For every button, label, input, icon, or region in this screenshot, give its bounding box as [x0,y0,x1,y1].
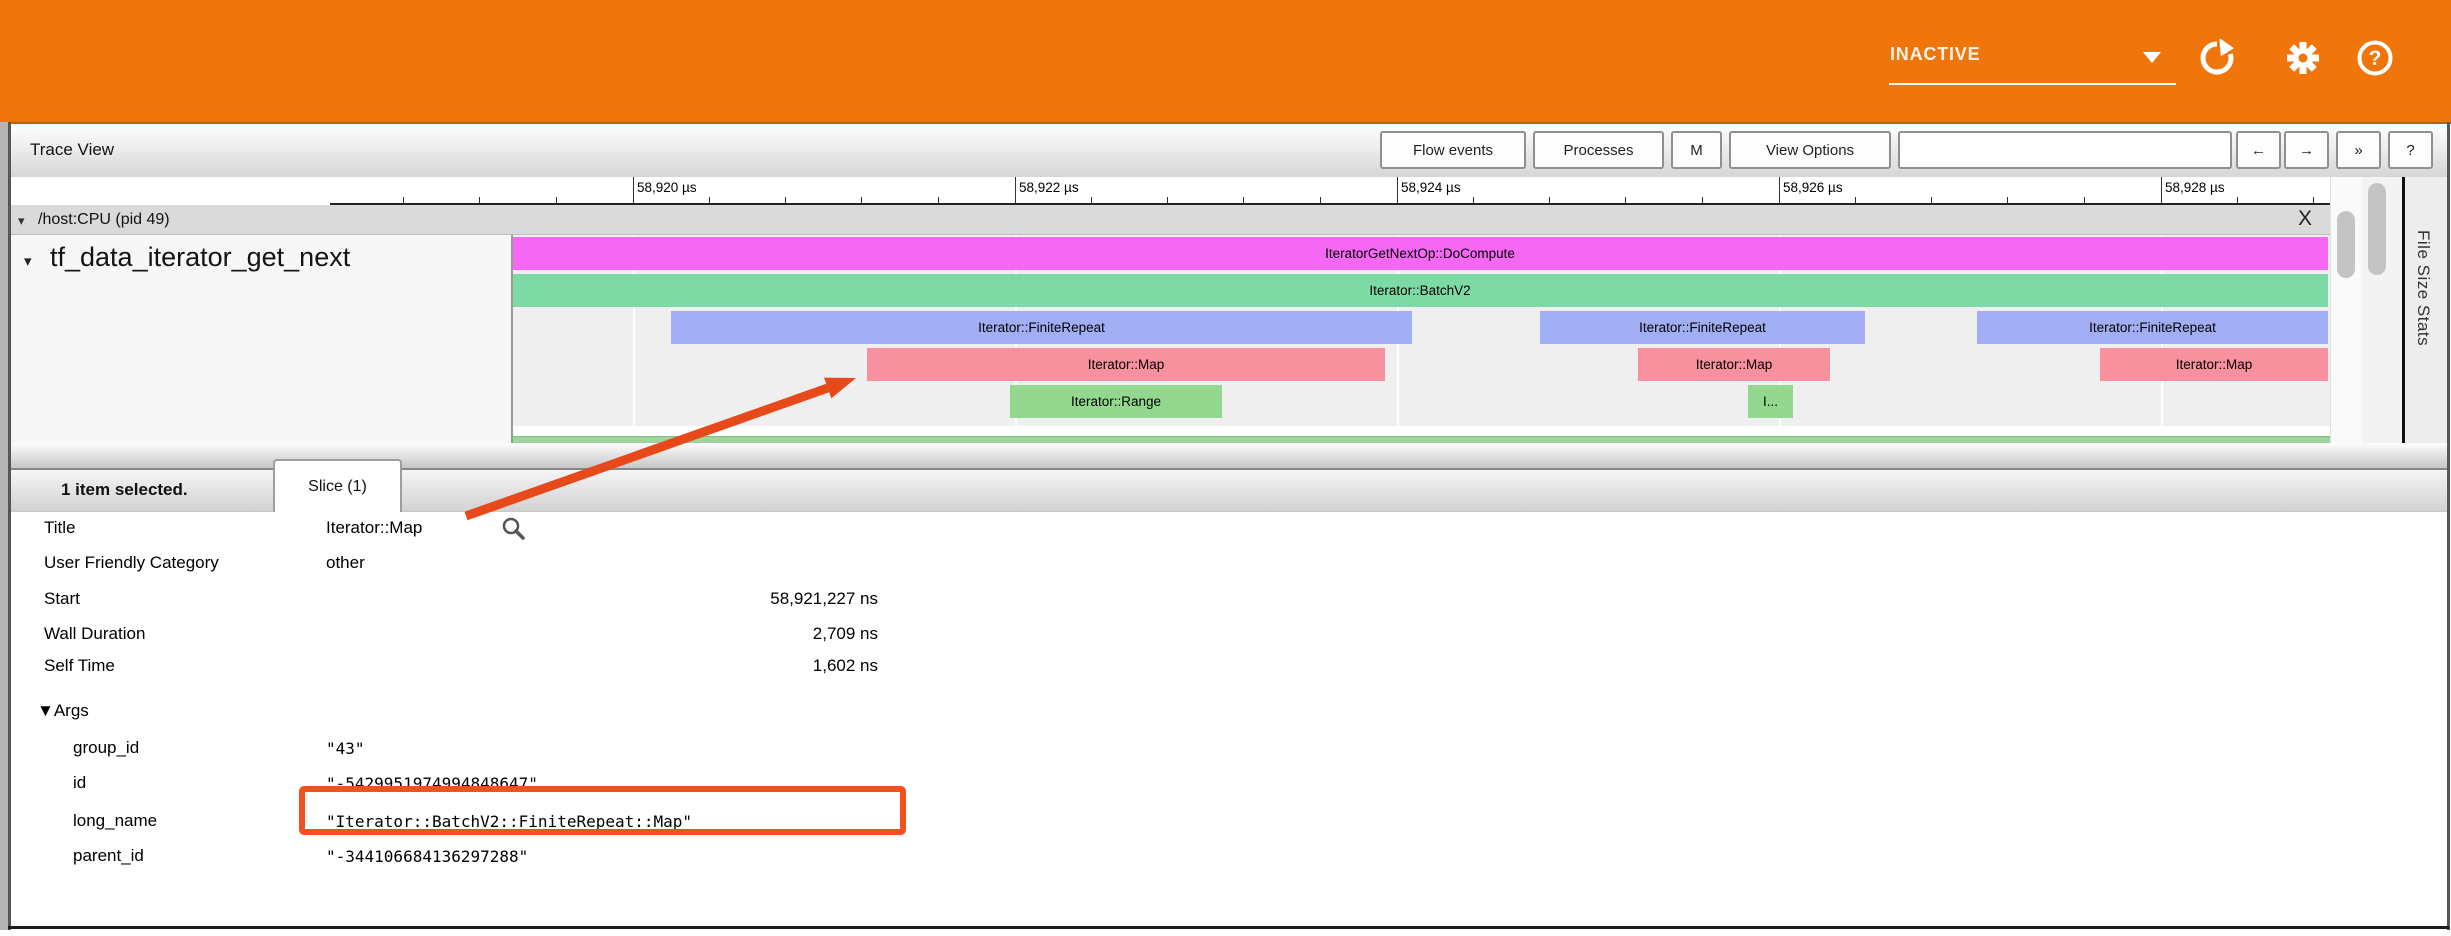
track-name-label: tf_data_iterator_get_next [50,242,350,273]
view-options-button[interactable]: View Options [1729,131,1891,169]
help-shortcuts-button[interactable]: ? [2388,131,2433,169]
flow-events-button[interactable]: Flow events [1380,131,1526,169]
trace-slice-label: Iterator::Map [2176,357,2253,372]
detail-row-value: 58,921,227 ns [326,589,878,609]
axis-major-tick [633,177,634,205]
trace-view-title: Trace View [30,140,114,160]
detail-row-label: Start [44,589,80,609]
run-selector-underline [1889,83,2176,85]
top-header-bar [0,0,2451,124]
trace-slice-label: I... [1763,394,1778,409]
refresh-icon[interactable] [2198,39,2236,77]
svg-text:?: ? [2369,47,2382,70]
process-header-row[interactable] [11,205,2330,235]
arg-name: id [73,773,86,793]
trace-slice[interactable]: Iterator::Range [1010,385,1222,418]
arg-name: long_name [73,811,157,831]
trace-slice[interactable]: Iterator::Map [867,348,1385,381]
axis-tick-label: 58,924 µs [1401,180,1461,195]
detail-row-label: Wall Duration [44,624,145,644]
arg-value: "-344106684136297288" [326,847,528,866]
trace-slice-label: IteratorGetNextOp::DoCompute [1325,246,1515,261]
arg-value: "43" [326,739,365,758]
trace-slice-label: Iterator::Range [1071,394,1161,409]
file-size-stats-label: File Size Stats [2413,230,2433,346]
arg-name: group_id [73,738,139,758]
processes-button[interactable]: Processes [1533,131,1664,169]
axis-tick-label: 58,926 µs [1783,180,1843,195]
trace-slice-label: Iterator::FiniteRepeat [1639,320,1766,335]
find-input[interactable] [1898,131,2232,169]
detail-row-value: other [326,553,365,573]
args-collapse-header[interactable]: ▼Args [37,701,89,721]
track-collapse-icon[interactable]: ▾ [24,252,32,270]
process-collapse-icon[interactable]: ▾ [18,213,25,229]
trace-slice[interactable]: Iterator::FiniteRepeat [671,311,1412,344]
trace-slice[interactable]: IteratorGetNextOp::DoCompute [513,237,2328,270]
time-axis: 58,920 µs 58,922 µs 58,924 µs 58,926 µs 58,9… [11,177,2402,205]
axis-tick-label: 58,922 µs [1019,180,1079,195]
app-root: INACTIVE ? Trace View Flow events Proces… [0,0,2451,936]
arg-name: parent_id [73,846,144,866]
axis-tick-label: 58,928 µs [2165,180,2225,195]
axis-major-tick [1015,177,1016,205]
trace-slice-label: Iterator::FiniteRepeat [978,320,1105,335]
trace-slice[interactable]: Iterator::FiniteRepeat [1977,311,2328,344]
find-next-button[interactable]: → [2284,131,2329,169]
detail-row-label: Title [44,518,76,538]
trace-slice[interactable]: Iterator::Map [1638,348,1830,381]
trace-slice[interactable]: I... [1748,385,1793,418]
trace-slice[interactable]: Iterator::BatchV2 [513,274,2328,307]
trace-slice-label: Iterator::FiniteRepeat [2089,320,2216,335]
process-label: /host:CPU (pid 49) [38,211,170,229]
trace-slice-label: Iterator::BatchV2 [1369,283,1470,298]
selection-count-label: 1 item selected. [61,480,188,500]
trace-slice-label: Iterator::Map [1088,357,1165,372]
axis-major-tick [1397,177,1398,205]
tab-slice[interactable]: Slice (1) [273,459,402,512]
left-gutter [0,122,8,930]
find-previous-button[interactable]: ← [2236,131,2281,169]
dropdown-caret-icon[interactable] [2143,52,2161,63]
run-selector-value[interactable]: INACTIVE [1890,44,1980,65]
detail-row-value: Iterator::Map [326,518,422,538]
axis-major-tick [1779,177,1780,205]
panel-scrollbar-thumb[interactable] [2368,183,2386,275]
detail-row-value: 2,709 ns [326,624,878,644]
trace-slice-label: Iterator::Map [1696,357,1773,372]
close-track-icon[interactable]: X [2298,207,2312,231]
detail-row-value: 1,602 ns [326,656,878,676]
metadata-button[interactable]: M [1671,131,1722,169]
help-icon[interactable]: ? [2356,39,2394,77]
axis-major-tick [2161,177,2162,205]
arg-value: "-5429951974994848647" [326,774,538,793]
magnifier-icon[interactable] [500,516,526,547]
gear-icon[interactable] [2284,39,2322,77]
window-border-bottom [8,926,2449,929]
track-scrollbar-thumb[interactable] [2337,211,2355,278]
arg-value: "Iterator::BatchV2::FiniteRepeat::Map" [326,812,692,831]
slice-details-panel: Title Iterator::MapUser Friendly Category… [11,512,2447,926]
trace-slice[interactable]: Iterator::Map [2100,348,2328,381]
expand-panel-button[interactable]: » [2336,131,2381,169]
timeline-canvas[interactable]: IteratorGetNextOp::DoComputeIterator::Ba… [513,235,2330,426]
detail-row-label: User Friendly Category [44,553,219,573]
axis-tick-label: 58,920 µs [637,180,697,195]
window-border-right [2447,122,2450,930]
trace-slice[interactable]: Iterator::FiniteRepeat [1540,311,1865,344]
detail-row-label: Self Time [44,656,115,676]
